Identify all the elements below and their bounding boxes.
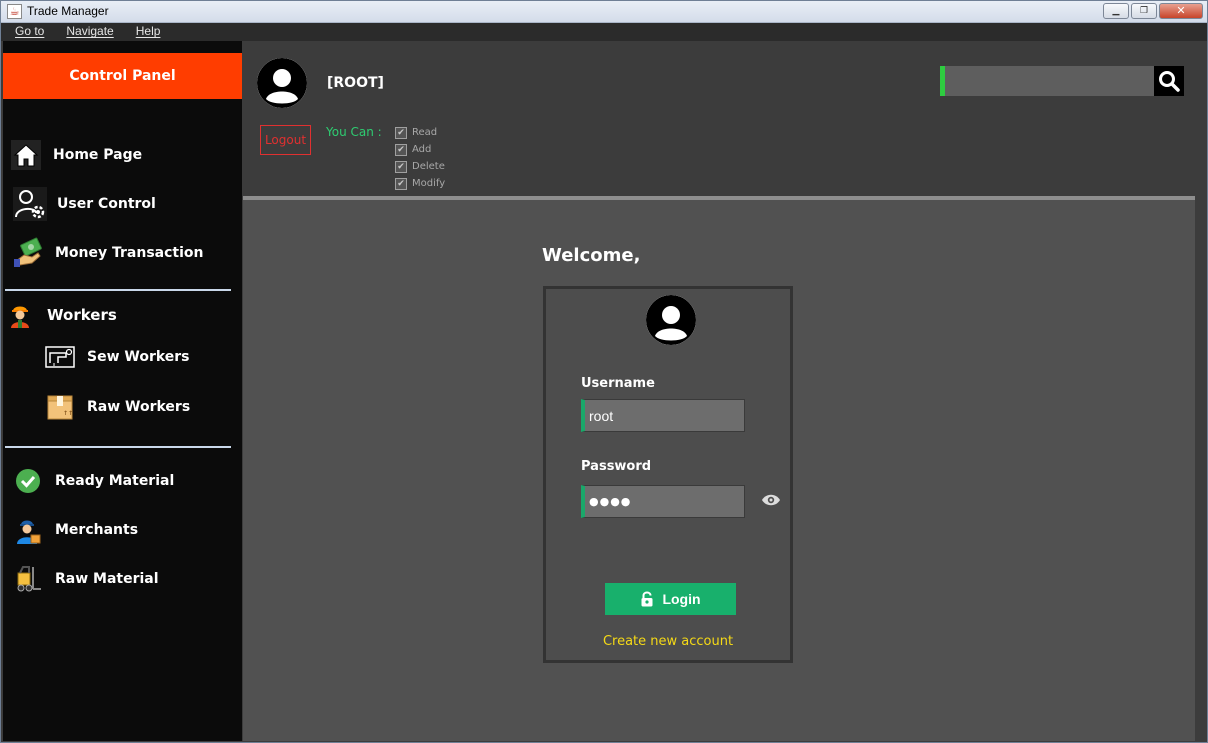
minimize-button[interactable]: ▁ — [1103, 3, 1129, 19]
merchant-icon — [11, 513, 45, 547]
sidebar-item-label: Ready Material — [55, 473, 175, 489]
sidebar-item-label: Raw Workers — [87, 399, 191, 415]
user-avatar-icon — [257, 58, 307, 108]
sidebar-item-home-page[interactable]: Home Page — [9, 135, 248, 175]
sidebar-item-label: User Control — [57, 196, 156, 212]
sidebar-divider — [5, 289, 231, 291]
header-panel: [ROOT] Logout You Can : ✔ Read ✔ Add ✔ Dele… — [243, 41, 1207, 197]
svg-text:↑↑: ↑↑ — [63, 410, 73, 417]
permission-delete: ✔ Delete — [395, 158, 445, 175]
menu-go-to[interactable]: Go to — [1, 23, 52, 41]
sidebar-item-label: Money Transaction — [55, 245, 204, 261]
window-title: Trade Manager — [27, 4, 109, 18]
control-panel-header: Control Panel — [3, 53, 242, 99]
sidebar-item-label: Home Page — [53, 147, 143, 163]
check-icon: ✔ — [395, 126, 407, 139]
permission-add: ✔ Add — [395, 141, 445, 158]
sidebar-item-label: Raw Material — [55, 571, 159, 587]
permission-read: ✔ Read — [395, 124, 445, 141]
app-window: ☕ Trade Manager ▁ ❐ ✕ Go to Navigate Hel… — [0, 0, 1208, 743]
sidebar-item-label: Merchants — [55, 522, 139, 538]
sidebar-item-user-control[interactable]: User Control — [13, 184, 252, 224]
avatar — [257, 58, 307, 108]
sidebar-item-ready-material[interactable]: Ready Material — [11, 461, 250, 501]
permissions-label: You Can : — [326, 125, 382, 139]
avatar — [646, 295, 696, 345]
user-avatar-icon — [646, 295, 696, 345]
permission-modify: ✔ Modify — [395, 175, 445, 192]
sidebar-item-workers[interactable]: Workers — [3, 295, 242, 335]
menu-bar: Go to Navigate Help — [1, 23, 1207, 41]
worker-icon — [3, 298, 37, 332]
money-hand-icon — [11, 236, 45, 270]
login-button-label: Login — [662, 591, 701, 607]
check-icon: ✔ — [395, 160, 407, 173]
search-input[interactable] — [940, 66, 1154, 96]
forklift-icon — [11, 562, 45, 596]
search-icon — [1159, 71, 1180, 92]
current-user-label: [ROOT] — [327, 75, 384, 91]
sidebar: Control Panel Home Page User Control Mon… — [3, 41, 242, 741]
username-field[interactable] — [581, 399, 745, 432]
password-label: Password — [581, 459, 652, 474]
sewing-machine-icon — [43, 340, 77, 374]
maximize-button[interactable]: ❐ — [1131, 3, 1157, 19]
sidebar-item-label: Sew Workers — [87, 349, 190, 365]
welcome-heading: Welcome, — [542, 245, 641, 266]
login-button[interactable]: Login — [605, 583, 736, 615]
password-field[interactable]: ●●●● — [581, 485, 745, 518]
check-circle-icon — [11, 464, 45, 498]
permissions-list: ✔ Read ✔ Add ✔ Delete ✔ Modify — [395, 124, 445, 192]
right-edge-panel — [1195, 200, 1207, 741]
user-settings-icon — [13, 187, 47, 221]
logout-button[interactable]: Logout — [260, 125, 311, 155]
home-icon — [9, 138, 43, 172]
login-card: Username Password ●●●● Login Create new … — [543, 286, 793, 663]
create-account-link[interactable]: Create new account — [546, 634, 790, 649]
check-icon: ✔ — [395, 177, 407, 190]
java-app-icon: ☕ — [7, 4, 22, 19]
main-content: Welcome, Username Password ●●●● Login Cr… — [243, 200, 1195, 741]
sidebar-item-money-transaction[interactable]: Money Transaction — [11, 233, 250, 273]
username-label: Username — [581, 376, 655, 391]
menu-navigate[interactable]: Navigate — [52, 23, 121, 41]
sidebar-item-label: Workers — [47, 306, 117, 324]
box-icon: ↑↑ — [43, 390, 77, 424]
sidebar-item-merchants[interactable]: Merchants — [11, 510, 250, 550]
search-bar — [940, 66, 1186, 96]
show-password-eye-icon[interactable] — [761, 492, 781, 506]
title-bar: ☕ Trade Manager ▁ ❐ ✕ — [1, 1, 1207, 23]
sidebar-divider — [5, 446, 231, 448]
check-icon: ✔ — [395, 143, 407, 156]
close-button[interactable]: ✕ — [1159, 3, 1203, 19]
sidebar-item-raw-material[interactable]: Raw Material — [11, 559, 250, 599]
lock-icon — [641, 591, 653, 607]
menu-help[interactable]: Help — [122, 23, 169, 41]
search-button[interactable] — [1154, 66, 1184, 96]
